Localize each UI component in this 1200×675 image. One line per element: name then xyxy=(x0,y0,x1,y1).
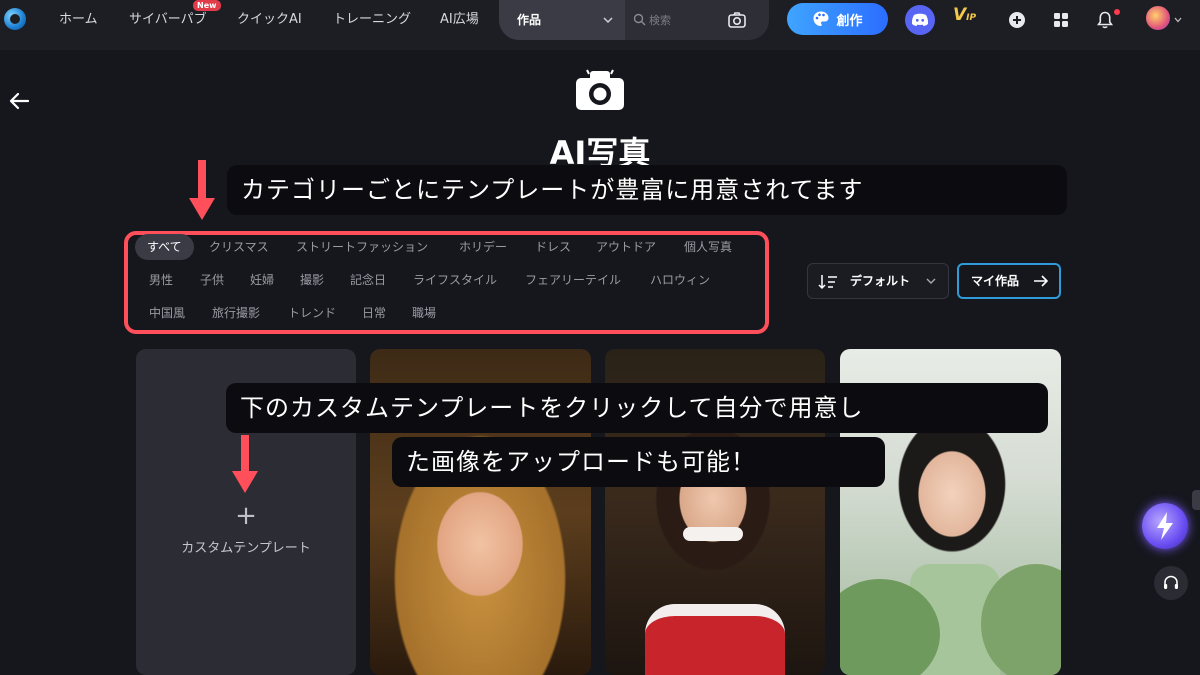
category-lifestyle[interactable]: ライフスタイル xyxy=(413,267,497,293)
app-logo[interactable] xyxy=(4,8,26,30)
category-workplace[interactable]: 職場 xyxy=(412,300,436,326)
notification-dot xyxy=(1114,9,1120,15)
category-holiday[interactable]: ホリデー xyxy=(459,234,507,260)
chevron-down-icon xyxy=(603,17,613,24)
vip-badge[interactable]: VIP xyxy=(953,5,985,35)
back-arrow-icon[interactable] xyxy=(8,90,30,112)
category-street-fashion[interactable]: ストリートファッション xyxy=(296,234,428,260)
custom-template-label: カスタムテンプレート xyxy=(181,541,311,556)
new-badge: New xyxy=(193,0,221,11)
nav-training[interactable]: トレーニング xyxy=(333,0,411,40)
side-panel-tab[interactable] xyxy=(1192,490,1200,510)
sort-icon xyxy=(818,275,837,290)
category-chinese-style[interactable]: 中国風 xyxy=(149,300,185,326)
add-icon[interactable] xyxy=(1002,5,1032,35)
nav-ai-plaza[interactable]: AI広場 xyxy=(440,0,479,40)
vip-suffix: IP xyxy=(966,13,977,23)
search-scope-select[interactable]: 作品 xyxy=(499,0,625,40)
category-outdoor[interactable]: アウトドア xyxy=(596,234,656,260)
nav-quick-ai[interactable]: クイックAI xyxy=(237,0,302,40)
top-nav-bar: ホーム サイバーパブ New クイックAI トレーニング AI広場 作品 創作 xyxy=(0,0,1200,50)
category-christmas[interactable]: クリスマス xyxy=(209,234,269,260)
chevron-down-icon xyxy=(926,278,936,284)
discord-icon[interactable] xyxy=(905,5,935,35)
category-fairytale[interactable]: フェアリーテイル xyxy=(525,267,621,293)
camera-search-icon[interactable] xyxy=(727,10,747,30)
category-kids[interactable]: 子供 xyxy=(200,267,224,293)
apps-grid-icon[interactable] xyxy=(1046,5,1076,35)
red-arrow-down-icon xyxy=(189,160,215,220)
sort-dropdown[interactable]: デフォルト xyxy=(807,263,949,299)
create-button-label: 創作 xyxy=(836,13,863,29)
category-all[interactable]: すべて xyxy=(135,234,194,260)
category-halloween[interactable]: ハロウィン xyxy=(650,267,710,293)
annotation-banner-custom-line2: た画像をアップロードも可能！ xyxy=(392,437,885,487)
ai-assistant-icon[interactable] xyxy=(1142,503,1188,549)
category-travel[interactable]: 旅行撮影 xyxy=(212,300,260,326)
my-works-button[interactable]: マイ作品 xyxy=(957,263,1061,299)
vip-label: V xyxy=(953,5,967,25)
photo-decoration xyxy=(645,604,785,675)
search-icon xyxy=(633,13,646,26)
category-personal-photo[interactable]: 個人写真 xyxy=(684,234,732,260)
discord-logo-icon xyxy=(911,13,929,26)
nav-home[interactable]: ホーム xyxy=(59,0,98,40)
photo-decoration xyxy=(683,527,743,541)
category-male[interactable]: 男性 xyxy=(149,267,173,293)
category-anniversary[interactable]: 記念日 xyxy=(350,267,386,293)
annotation-banner-custom-line1: 下のカスタムテンプレートをクリックして自分で用意し xyxy=(226,383,1048,433)
search-scope-label: 作品 xyxy=(517,13,542,27)
category-trend[interactable]: トレンド xyxy=(288,300,336,326)
headset-support-icon[interactable] xyxy=(1154,566,1188,600)
category-daily[interactable]: 日常 xyxy=(362,300,386,326)
avatar[interactable] xyxy=(1146,6,1170,30)
search-input[interactable] xyxy=(649,10,729,30)
create-button[interactable]: 創作 xyxy=(787,3,888,35)
category-dress[interactable]: ドレス xyxy=(535,234,571,260)
camera-icon xyxy=(576,69,624,110)
sort-label: デフォルト xyxy=(850,274,911,288)
my-works-label: マイ作品 xyxy=(971,274,1020,288)
search-bar: 作品 xyxy=(499,0,769,40)
chevron-down-icon[interactable] xyxy=(1174,17,1182,23)
category-maternity[interactable]: 妊婦 xyxy=(250,267,274,293)
palette-icon xyxy=(813,11,829,26)
red-arrow-down-icon xyxy=(232,435,258,493)
category-shooting[interactable]: 撮影 xyxy=(300,267,324,293)
plus-icon: + xyxy=(235,501,257,531)
annotation-banner-categories: カテゴリーごとにテンプレートが豊富に用意されてます xyxy=(227,165,1067,215)
arrow-right-icon xyxy=(1034,275,1049,287)
